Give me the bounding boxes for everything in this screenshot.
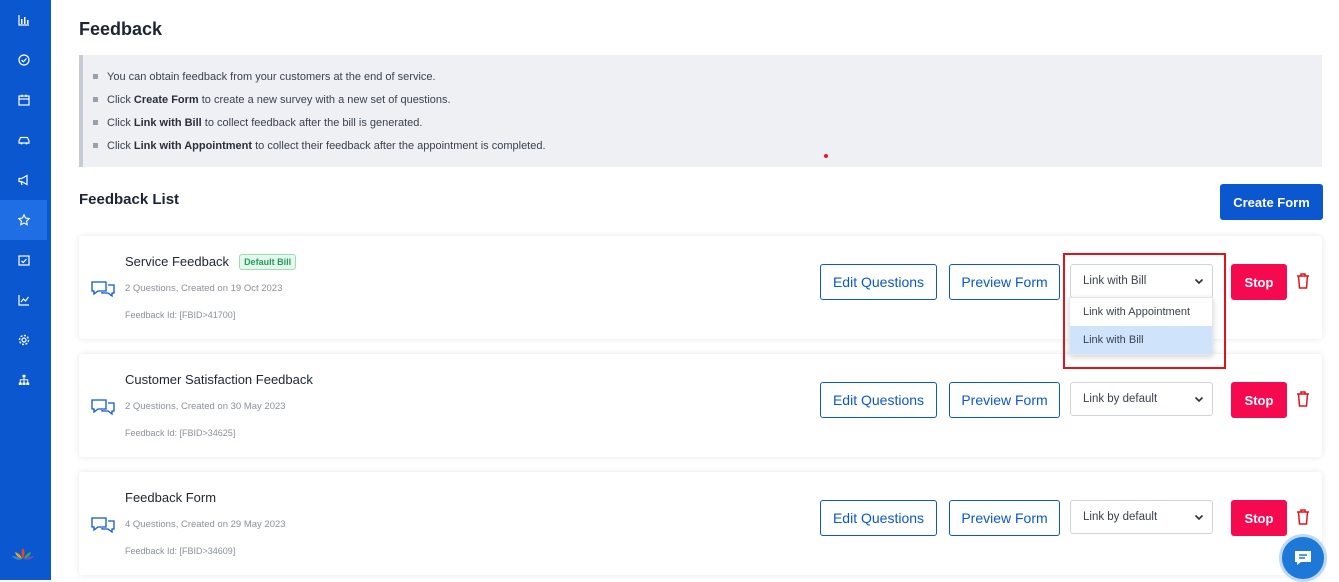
stop-button[interactable]: Stop bbox=[1231, 500, 1287, 536]
nav-reports[interactable] bbox=[0, 0, 47, 40]
nav-tasks[interactable] bbox=[0, 40, 47, 80]
preview-form-button[interactable]: Preview Form bbox=[949, 264, 1060, 300]
trash-icon[interactable] bbox=[1295, 272, 1311, 290]
calendar-check-icon bbox=[17, 255, 30, 266]
chat-support-button[interactable] bbox=[1279, 534, 1327, 582]
calendar-icon bbox=[17, 94, 30, 106]
nav-appointments[interactable] bbox=[0, 240, 47, 280]
card-title: Service Feedback Default Bill bbox=[125, 254, 297, 270]
preview-form-button[interactable]: Preview Form bbox=[949, 382, 1060, 418]
edit-questions-button[interactable]: Edit Questions bbox=[820, 500, 937, 536]
feedback-card: Customer Satisfaction Feedback 2 Questio… bbox=[79, 354, 1322, 457]
org-chart-icon bbox=[18, 374, 29, 385]
nav-calendar[interactable] bbox=[0, 80, 47, 120]
star-icon bbox=[17, 214, 30, 226]
stop-button[interactable]: Stop bbox=[1231, 382, 1287, 418]
nav-marketing[interactable] bbox=[0, 160, 47, 200]
line-chart-icon bbox=[17, 295, 29, 306]
chat-icon bbox=[1295, 551, 1311, 565]
link-select[interactable]: Link by default bbox=[1070, 500, 1213, 534]
card-title: Feedback Form bbox=[125, 490, 217, 505]
chevron-down-icon bbox=[1194, 278, 1204, 285]
card-meta: 2 Questions, Created on 19 Oct 2023 bbox=[125, 283, 283, 294]
info-line: Click Link with Bill to collect feedback… bbox=[93, 115, 546, 138]
card-title: Customer Satisfaction Feedback bbox=[125, 372, 313, 387]
cursor-dot bbox=[824, 154, 828, 158]
nav-analytics[interactable] bbox=[0, 280, 47, 320]
bar-chart-icon bbox=[17, 15, 29, 26]
info-line: Click Link with Appointment to collect t… bbox=[93, 138, 546, 161]
feedback-card: Feedback Form 4 Questions, Created on 29… bbox=[79, 472, 1322, 575]
card-feedback-id: Feedback Id: [FBID>34625] bbox=[125, 428, 236, 438]
link-select-value: Link by default bbox=[1083, 511, 1158, 523]
card-meta: 2 Questions, Created on 30 May 2023 bbox=[125, 401, 286, 412]
card-feedback-id: Feedback Id: [FBID>34609] bbox=[125, 546, 236, 556]
trash-icon[interactable] bbox=[1295, 508, 1311, 526]
info-box: You can obtain feedback from your custom… bbox=[79, 55, 1322, 167]
link-select-value: Link with Bill bbox=[1083, 275, 1147, 287]
chat-bubbles-icon bbox=[91, 399, 115, 416]
trash-icon[interactable] bbox=[1295, 390, 1311, 408]
sidebar bbox=[0, 0, 51, 580]
nav-settings[interactable] bbox=[0, 320, 47, 360]
edit-questions-button[interactable]: Edit Questions bbox=[820, 382, 937, 418]
chat-bubbles-icon bbox=[91, 281, 115, 298]
nav-vehicles[interactable] bbox=[0, 120, 47, 160]
page-title: Feedback bbox=[79, 19, 163, 39]
default-badge: Default Bill bbox=[239, 254, 297, 270]
chevron-down-icon bbox=[1194, 396, 1204, 403]
main-content: Feedback You can obtain feedback from yo… bbox=[51, 0, 1339, 580]
info-line: You can obtain feedback from your custom… bbox=[93, 69, 546, 92]
check-circle-icon bbox=[17, 54, 30, 66]
chevron-down-icon bbox=[1194, 514, 1204, 521]
megaphone-icon bbox=[17, 174, 28, 186]
link-dropdown-menu: Link with Appointment Link with Bill bbox=[1069, 297, 1213, 355]
brand-logo-icon bbox=[12, 548, 34, 560]
nav-feedback[interactable] bbox=[0, 200, 47, 240]
edit-questions-button[interactable]: Edit Questions bbox=[820, 264, 937, 300]
link-select[interactable]: Link by default bbox=[1070, 382, 1213, 416]
card-meta: 4 Questions, Created on 29 May 2023 bbox=[125, 519, 286, 530]
dropdown-option-link-with-bill[interactable]: Link with Bill bbox=[1070, 326, 1212, 354]
link-select[interactable]: Link with Bill bbox=[1070, 264, 1213, 298]
info-list: You can obtain feedback from your custom… bbox=[93, 69, 546, 161]
info-line: Click Create Form to create a new survey… bbox=[93, 92, 546, 115]
gear-icon bbox=[18, 334, 29, 346]
chat-bubbles-icon bbox=[91, 517, 115, 534]
dropdown-option-link-with-appointment[interactable]: Link with Appointment bbox=[1070, 298, 1212, 326]
card-feedback-id: Feedback Id: [FBID>41700] bbox=[125, 310, 236, 320]
preview-form-button[interactable]: Preview Form bbox=[949, 500, 1060, 536]
nav-organization[interactable] bbox=[0, 360, 47, 400]
stop-button[interactable]: Stop bbox=[1231, 264, 1287, 300]
car-icon bbox=[17, 136, 30, 145]
create-form-button[interactable]: Create Form bbox=[1220, 184, 1323, 220]
link-select-value: Link by default bbox=[1083, 393, 1158, 405]
feedback-list-title: Feedback List bbox=[79, 191, 180, 208]
